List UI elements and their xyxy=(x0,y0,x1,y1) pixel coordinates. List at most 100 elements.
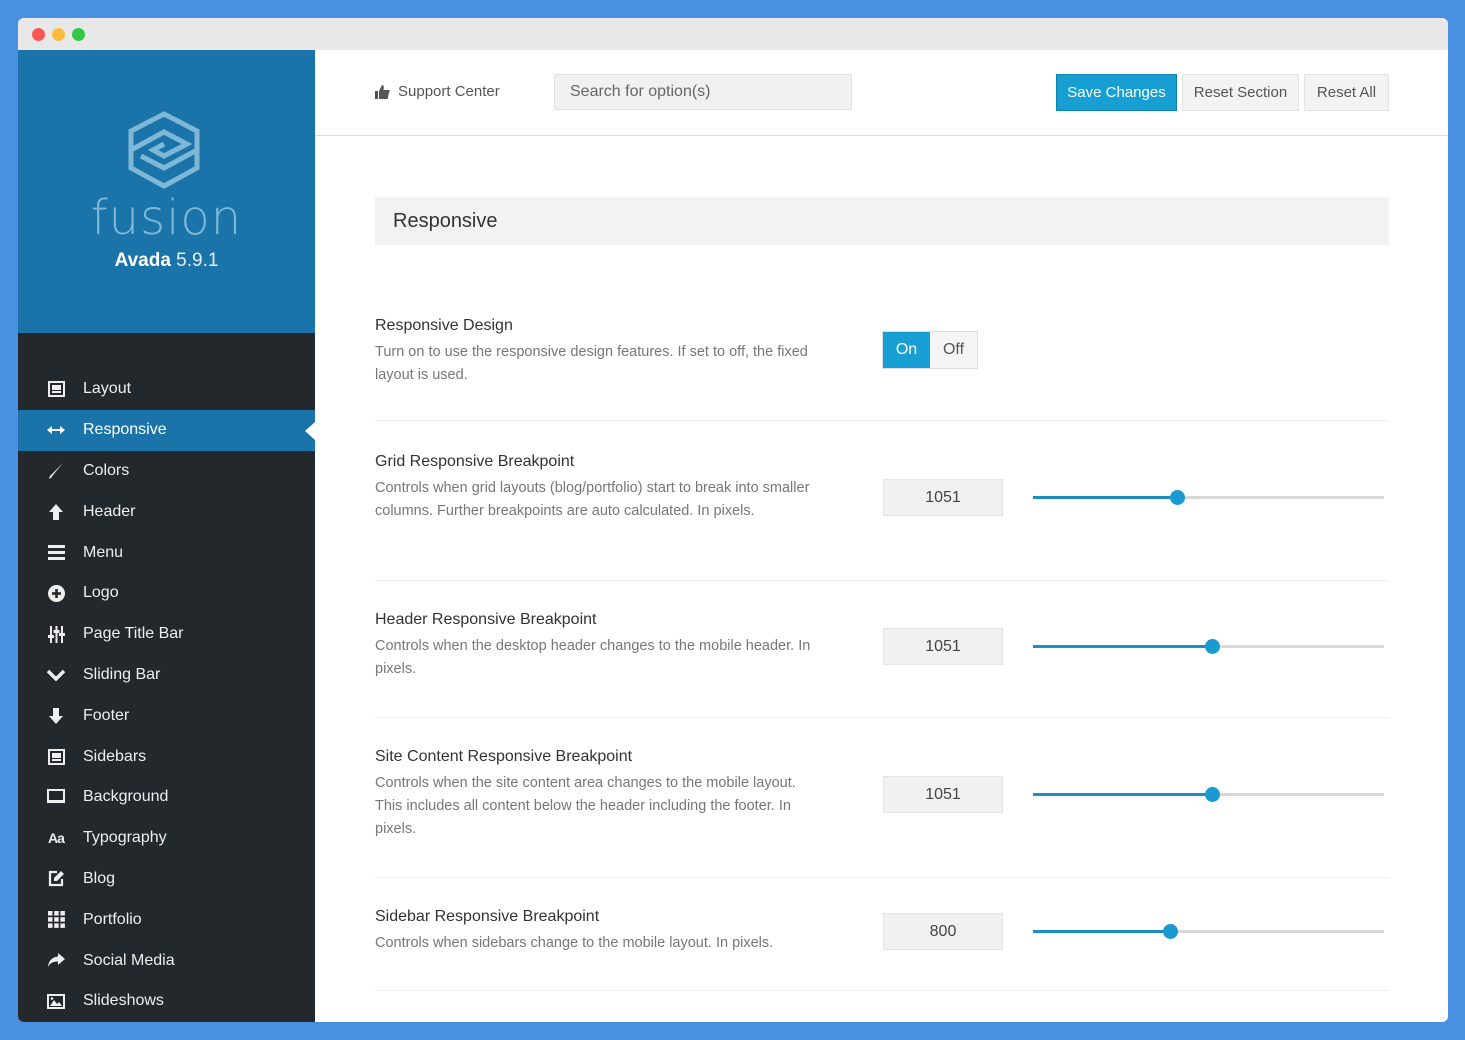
hamburger-menu-icon xyxy=(46,543,66,563)
slider-thumb[interactable] xyxy=(1162,924,1178,939)
brand-wordmark: fusion xyxy=(90,190,243,246)
responsive-design-toggle: On Off xyxy=(882,331,978,369)
toggle-off-button[interactable]: Off xyxy=(930,332,977,368)
sidebar-item-sidebars[interactable]: Sidebars xyxy=(18,736,315,777)
top-toolbar: Support Center Save Changes Reset Sectio… xyxy=(315,50,1448,136)
reset-all-button[interactable]: Reset All xyxy=(1304,74,1389,111)
slider-fill xyxy=(1033,793,1212,796)
option-title: Header Responsive Breakpoint xyxy=(375,611,597,628)
section-title: Responsive xyxy=(375,197,1389,245)
thumbs-up-icon xyxy=(375,84,390,99)
search-input[interactable] xyxy=(554,74,852,110)
sidebar-item-label: Logo xyxy=(83,584,119,602)
option-description: Turn on to use the responsive design fea… xyxy=(375,344,808,383)
version-number: 5.9.1 xyxy=(176,250,219,271)
reset-section-button[interactable]: Reset Section xyxy=(1182,74,1299,111)
option-description: Controls when the desktop header changes… xyxy=(375,638,811,677)
fusion-logo-icon xyxy=(128,111,200,189)
toggle-on-button[interactable]: On xyxy=(883,332,930,368)
sidebar-item-label: Menu xyxy=(83,543,124,561)
brush-icon xyxy=(46,461,66,481)
sidebar-item-label: Responsive xyxy=(83,421,167,439)
sidebar-item-menu[interactable]: Menu xyxy=(18,532,315,573)
header-breakpoint-input[interactable] xyxy=(883,628,1003,665)
arrows-horizontal-icon xyxy=(46,420,66,440)
save-changes-button[interactable]: Save Changes xyxy=(1056,74,1177,111)
sidebar-item-logo[interactable]: Logo xyxy=(18,573,315,614)
sliders-icon xyxy=(46,624,66,644)
sidebar-item-label: Portfolio xyxy=(83,910,142,928)
sidebar: fusion Avada 5.9.1 Layout Responsive Col… xyxy=(18,50,315,1022)
sidebar-item-label: Blog xyxy=(83,869,116,887)
sidebar-item-colors[interactable]: Colors xyxy=(18,451,315,492)
option-site-content-breakpoint: Site Content Responsive Breakpoint Contr… xyxy=(375,718,1389,878)
sidebar-item-label: Background xyxy=(83,788,169,806)
sidebar-item-label: Sidebars xyxy=(83,747,147,765)
sidebar-item-background[interactable]: Background xyxy=(18,777,315,818)
sidebar-item-label: Social Media xyxy=(83,951,175,969)
slider-fill xyxy=(1033,930,1170,933)
sidebar-nav: Layout Responsive Colors Header Menu Log… xyxy=(18,333,315,1022)
site-content-breakpoint-input[interactable] xyxy=(883,776,1003,813)
sidebar-item-label: Header xyxy=(83,502,136,520)
grid-breakpoint-input[interactable] xyxy=(883,479,1003,516)
main-panel: Support Center Save Changes Reset Sectio… xyxy=(315,50,1448,1022)
brand-panel: fusion Avada 5.9.1 xyxy=(18,50,315,333)
sidebar-item-label: Sliding Bar xyxy=(83,665,161,683)
maximize-window-button[interactable] xyxy=(72,28,85,41)
sidebar-item-label: Page Title Bar xyxy=(83,625,184,643)
sidebar-item-header[interactable]: Header xyxy=(18,491,315,532)
product-name: Avada xyxy=(114,250,171,271)
option-header-breakpoint: Header Responsive Breakpoint Controls wh… xyxy=(375,581,1389,718)
sidebar-breakpoint-input[interactable] xyxy=(883,913,1003,950)
grid-icon xyxy=(46,910,66,930)
share-icon xyxy=(46,951,66,971)
options-content: Responsive Responsive Design Turn on to … xyxy=(375,197,1389,991)
site-content-breakpoint-slider[interactable] xyxy=(1033,786,1384,802)
grid-breakpoint-slider[interactable] xyxy=(1033,489,1384,505)
sidebar-item-label: Typography xyxy=(83,829,167,847)
app-window: fusion Avada 5.9.1 Layout Responsive Col… xyxy=(18,18,1448,1022)
option-responsive-design: Responsive Design Turn on to use the res… xyxy=(375,317,1389,421)
layout-icon xyxy=(46,379,66,399)
support-center-link[interactable]: Support Center xyxy=(375,83,500,100)
option-description: Controls when sidebars change to the mob… xyxy=(375,935,774,951)
chevron-down-icon xyxy=(46,665,66,685)
option-grid-breakpoint: Grid Responsive Breakpoint Controls when… xyxy=(375,421,1389,581)
sidebar-item-blog[interactable]: Blog xyxy=(18,859,315,900)
sidebar-item-responsive[interactable]: Responsive xyxy=(18,409,315,451)
sidebar-item-layout[interactable]: Layout xyxy=(18,369,315,410)
option-sidebar-breakpoint: Sidebar Responsive Breakpoint Controls w… xyxy=(375,878,1389,991)
sidebar-item-portfolio[interactable]: Portfolio xyxy=(18,899,315,940)
header-breakpoint-slider[interactable] xyxy=(1033,638,1384,654)
option-title: Site Content Responsive Breakpoint xyxy=(375,748,633,765)
sidebar-item-typography[interactable]: Aa Typography xyxy=(18,818,315,859)
option-description: Controls when grid layouts (blog/portfol… xyxy=(375,480,810,519)
slider-thumb[interactable] xyxy=(1205,639,1220,654)
arrow-up-icon xyxy=(46,502,66,522)
sidebar-item-label: Slideshows xyxy=(83,992,164,1010)
sidebar-item-sliding-bar[interactable]: Sliding Bar xyxy=(18,655,315,696)
minimize-window-button[interactable] xyxy=(52,28,65,41)
sidebar-item-social-media[interactable]: Social Media xyxy=(18,940,315,981)
support-center-label: Support Center xyxy=(398,83,500,100)
close-window-button[interactable] xyxy=(32,28,45,41)
option-description: Controls when the site content area chan… xyxy=(375,775,796,837)
sidebar-item-page-title-bar[interactable]: Page Title Bar xyxy=(18,614,315,655)
image-icon xyxy=(46,991,66,1011)
typography-icon: Aa xyxy=(48,830,65,847)
product-version: Avada 5.9.1 xyxy=(18,250,315,272)
title-bar xyxy=(18,18,1448,50)
slider-thumb[interactable] xyxy=(1169,490,1185,505)
sidebars-icon xyxy=(46,747,66,767)
sidebar-item-label: Layout xyxy=(83,380,132,398)
sidebar-item-footer[interactable]: Footer xyxy=(18,695,315,736)
plus-circle-icon xyxy=(46,583,66,603)
monitor-icon xyxy=(46,787,66,807)
option-title: Grid Responsive Breakpoint xyxy=(375,453,575,470)
arrow-down-icon xyxy=(46,706,66,726)
slider-thumb[interactable] xyxy=(1205,787,1220,802)
sidebar-item-label: Footer xyxy=(83,706,130,724)
sidebar-item-slideshows[interactable]: Slideshows xyxy=(18,981,315,1022)
sidebar-breakpoint-slider[interactable] xyxy=(1033,923,1384,939)
